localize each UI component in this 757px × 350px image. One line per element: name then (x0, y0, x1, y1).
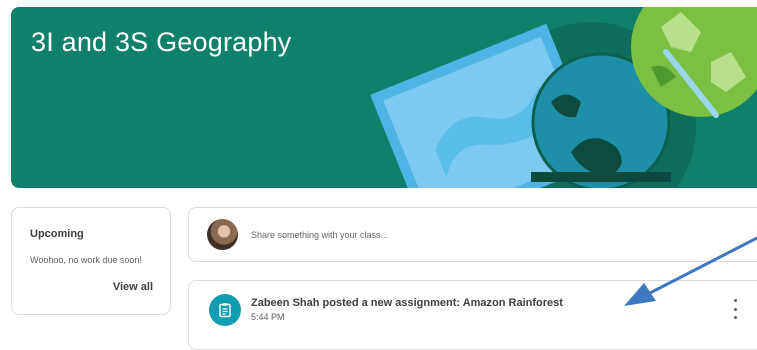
share-input-placeholder[interactable]: Share something with your class... (251, 230, 388, 240)
view-all-link[interactable]: View all (113, 281, 153, 293)
assignment-icon (209, 294, 241, 326)
class-banner: 3I and 3S Geography (11, 7, 757, 188)
class-title: 3I and 3S Geography (31, 27, 292, 57)
more-vert-icon[interactable] (729, 299, 741, 319)
post-title[interactable]: Zabeen Shah posted a new assignment: Ama… (251, 297, 563, 309)
upcoming-title: Upcoming (30, 228, 84, 240)
post-time: 5:44 PM (251, 312, 285, 322)
upcoming-card: Upcoming Woohoo, no work due soon! View … (11, 207, 171, 315)
user-avatar (207, 219, 238, 250)
share-box[interactable]: Share something with your class... (188, 207, 757, 262)
stream-post[interactable]: Zabeen Shah posted a new assignment: Ama… (188, 280, 757, 350)
upcoming-message: Woohoo, no work due soon! (30, 255, 142, 265)
